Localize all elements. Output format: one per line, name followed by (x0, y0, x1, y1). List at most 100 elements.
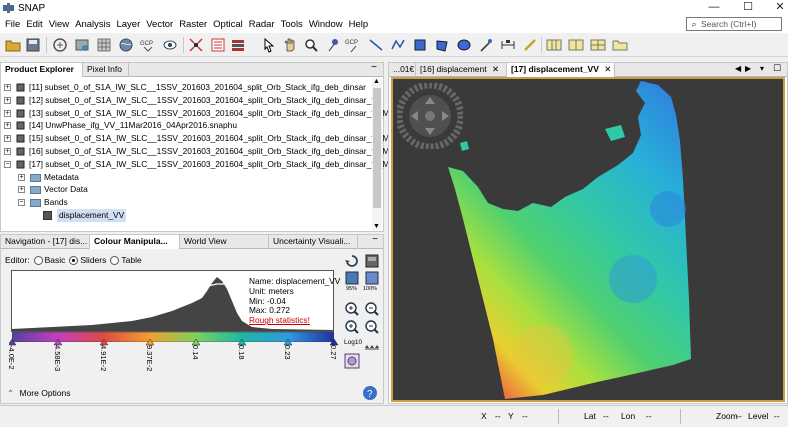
close-tab-icon[interactable]: ✕ (604, 64, 611, 74)
expand-toggle-icon[interactable]: + (4, 109, 11, 117)
log10-label[interactable]: Log10 (344, 339, 362, 346)
tab-overflow[interactable]: ...01€ (389, 63, 416, 77)
magic-wand-icon[interactable] (478, 37, 494, 53)
rough-statistics-link[interactable]: Rough statistics! (249, 315, 340, 326)
menu-edit[interactable]: Edit (23, 19, 45, 30)
tab-colour-manipulation[interactable]: Colour Manipula... (90, 235, 180, 249)
eye-icon[interactable] (162, 37, 178, 53)
expand-toggle-icon[interactable]: + (18, 186, 25, 194)
menu-optical[interactable]: Optical (210, 19, 246, 30)
close-tab-icon[interactable]: ✕ (492, 64, 499, 74)
layer-editor-icon[interactable] (230, 37, 246, 53)
maximize-view-icon[interactable]: ☐ (773, 63, 781, 74)
tab-world-view[interactable]: World View (180, 235, 269, 249)
expand-toggle-icon[interactable]: + (18, 173, 25, 181)
close-icon[interactable]: ✕ (764, 0, 788, 16)
navigation-wheel[interactable] (397, 83, 463, 149)
svg-text:?: ? (367, 389, 373, 400)
tab-list-icon[interactable]: ▾ (760, 64, 764, 73)
expand-toggle-icon[interactable]: + (4, 122, 11, 130)
tab-navigation[interactable]: Navigation - [17] dis... (1, 235, 90, 249)
import-palette-icon[interactable] (364, 253, 380, 269)
grid-band-icon[interactable] (96, 37, 112, 53)
gcp-placing-icon[interactable]: GCP (345, 37, 361, 53)
view-tab-strip: ...01€ [16] displacement ✕ [17] displace… (389, 63, 787, 77)
maximize-icon[interactable]: ☐ (732, 0, 764, 16)
save-product-icon[interactable] (25, 37, 41, 53)
menu-radar[interactable]: Radar (246, 19, 278, 30)
apply-palette-icon[interactable] (364, 270, 380, 286)
collapse-toggle-icon[interactable]: − (4, 160, 11, 168)
collapse-toggle-icon[interactable]: − (18, 199, 25, 207)
zoom-tool-icon[interactable] (303, 37, 319, 53)
tile-horizontally-icon[interactable] (568, 37, 584, 53)
menu-tools[interactable]: Tools (278, 19, 306, 30)
mask-manager-icon[interactable] (210, 37, 226, 53)
scroll-up-icon[interactable]: ▲ (373, 78, 380, 85)
expand-toggle-icon[interactable]: + (4, 96, 11, 104)
reset-icon[interactable] (344, 253, 360, 269)
radio-basic[interactable] (33, 255, 43, 265)
line-draw-icon[interactable] (368, 37, 384, 53)
ellipse-draw-icon[interactable] (456, 37, 472, 53)
displacement-image-canvas[interactable] (391, 77, 785, 402)
pan-tool-icon[interactable] (282, 37, 298, 53)
pin-tool-icon[interactable] (324, 37, 340, 53)
search-input[interactable]: ⌕ Search (Ctrl+I) (686, 17, 782, 31)
menu-view[interactable]: View (46, 19, 72, 30)
world-map-icon[interactable] (118, 37, 134, 53)
tile-evenly-icon[interactable] (546, 37, 562, 53)
tab-scroll-right-icon[interactable]: ▶ (745, 64, 751, 73)
tab-product-explorer[interactable]: Product Explorer (1, 63, 83, 77)
range-finder-icon[interactable] (500, 37, 516, 53)
more-options-toggle[interactable]: ⌃ More Options (7, 388, 71, 399)
menu-help[interactable]: Help (346, 19, 372, 30)
radio-sliders[interactable] (69, 255, 79, 265)
tab-pixel-info[interactable]: Pixel Info (83, 63, 129, 77)
radio-table[interactable] (110, 255, 120, 265)
tile-single-icon[interactable] (612, 37, 628, 53)
expand-toggle-icon[interactable]: + (4, 135, 11, 143)
gcp-tool-icon[interactable]: GCP (140, 37, 156, 53)
menu-raster[interactable]: Raster (176, 19, 210, 30)
menu-file[interactable]: File (2, 19, 23, 30)
zoom-out-h-icon[interactable] (364, 319, 380, 335)
polyline-draw-icon[interactable] (390, 37, 406, 53)
expand-toggle-icon[interactable]: + (4, 84, 11, 91)
select-tool-icon[interactable] (261, 37, 277, 53)
rectangle-draw-icon[interactable] (412, 37, 428, 53)
explorer-scrollbar[interactable]: ▲ ▼ (372, 78, 382, 230)
export-palette-icon[interactable] (344, 270, 360, 286)
expand-toggle-icon[interactable]: + (4, 148, 11, 155)
menu-analysis[interactable]: Analysis (72, 19, 113, 30)
more-settings-icon[interactable] (344, 353, 360, 369)
tab-scroll-left-icon[interactable]: ◀ (735, 64, 741, 73)
menu-window[interactable]: Window (306, 19, 346, 30)
minimize-panel-icon[interactable]: − (370, 235, 380, 246)
pin-manager-icon[interactable] (188, 37, 204, 53)
svg-text:GCP: GCP (140, 41, 153, 47)
minimize-panel-icon[interactable]: − (369, 63, 379, 74)
measure-tool-icon[interactable] (522, 37, 538, 53)
zoom-out-v-icon[interactable] (364, 301, 380, 317)
menu-vector[interactable]: Vector (143, 19, 176, 30)
polygon-draw-icon[interactable] (434, 37, 450, 53)
filter-band-icon[interactable] (74, 37, 90, 53)
help-icon[interactable]: ? (362, 385, 378, 401)
tile-vertically-icon[interactable] (590, 37, 606, 53)
expand-more-icon: ⌃ (7, 388, 15, 398)
zoom-in-h-icon[interactable] (344, 319, 360, 335)
scroll-thumb[interactable] (373, 88, 381, 208)
band-maths-icon[interactable] (52, 37, 68, 53)
menu-layer[interactable]: Layer (113, 19, 143, 30)
scroll-down-icon[interactable]: ▼ (373, 223, 380, 230)
tab-view-16[interactable]: [16] displacement ✕ (416, 63, 507, 77)
open-product-icon[interactable] (5, 37, 21, 53)
tab-view-17[interactable]: [17] displacement_VV ✕ (507, 63, 615, 77)
product-icon (16, 83, 25, 92)
distribute-sliders-icon[interactable] (364, 337, 380, 353)
tab-view-17-label: [17] displacement_VV (511, 64, 599, 74)
tab-uncertainty[interactable]: Uncertainty Visuali... (269, 235, 358, 249)
minimize-icon[interactable]: — (698, 0, 730, 16)
zoom-in-v-icon[interactable] (344, 301, 360, 317)
